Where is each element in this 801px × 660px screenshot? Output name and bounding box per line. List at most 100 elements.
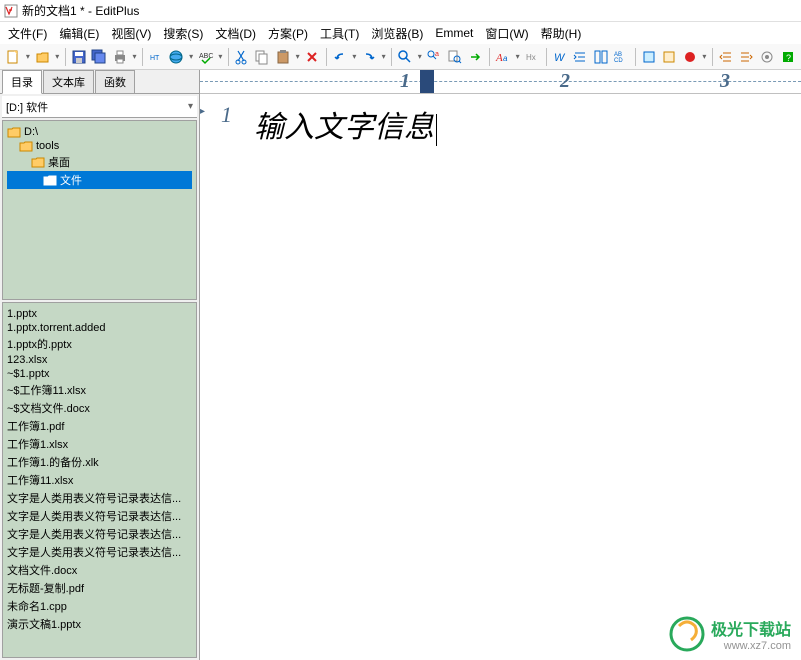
file-item[interactable]: 文字是人类用表义符号记录表达信... bbox=[7, 543, 192, 561]
line-number: 1 bbox=[200, 102, 240, 660]
goto-button[interactable] bbox=[466, 46, 485, 68]
record-button[interactable] bbox=[680, 46, 699, 68]
spellcheck-button[interactable]: ABC bbox=[197, 46, 216, 68]
menu-document[interactable]: 文档(D) bbox=[211, 23, 260, 44]
file-item[interactable]: 文字是人类用表义符号记录表达信... bbox=[7, 507, 192, 525]
open-dropdown[interactable]: ▾ bbox=[54, 46, 61, 68]
file-item[interactable]: ~$1.pptx bbox=[7, 367, 192, 381]
tab-directory[interactable]: 目录 bbox=[2, 70, 42, 94]
ruler-mark-1: 1 bbox=[400, 70, 410, 93]
line-marker-icon: ▸ bbox=[200, 106, 205, 117]
file-item[interactable]: 工作簿1.的备份.xlk bbox=[7, 453, 192, 471]
paste-button[interactable] bbox=[274, 46, 293, 68]
save-button[interactable] bbox=[69, 46, 88, 68]
indent-button[interactable] bbox=[571, 46, 590, 68]
menu-view[interactable]: 视图(V) bbox=[107, 23, 155, 44]
font-button[interactable]: Aa bbox=[494, 46, 513, 68]
file-item[interactable]: 无标题-复制.pdf bbox=[7, 579, 192, 597]
browser-button[interactable] bbox=[167, 46, 186, 68]
drive-label: [D:] 软件 bbox=[6, 99, 48, 115]
copy-button[interactable] bbox=[253, 46, 272, 68]
svg-text:HT: HT bbox=[150, 55, 160, 62]
file-item[interactable]: 123.xlsx bbox=[7, 353, 192, 367]
find-dropdown[interactable]: ▾ bbox=[416, 46, 423, 68]
open-file-button[interactable] bbox=[33, 46, 52, 68]
menu-window[interactable]: 窗口(W) bbox=[481, 23, 532, 44]
ruler: 1 2 3 bbox=[200, 70, 801, 94]
new-file-dropdown[interactable]: ▾ bbox=[25, 46, 32, 68]
file-item[interactable]: 未命名1.cpp bbox=[7, 597, 192, 615]
column-button[interactable] bbox=[591, 46, 610, 68]
tab-functions[interactable]: 函数 bbox=[95, 70, 135, 93]
redo-button[interactable] bbox=[360, 46, 379, 68]
folder-tree[interactable]: D:\tools桌面文件 bbox=[2, 120, 197, 300]
titlebar: 新的文档1 * - EditPlus bbox=[0, 0, 801, 22]
new-file-button[interactable] bbox=[4, 46, 23, 68]
browser-dropdown[interactable]: ▾ bbox=[188, 46, 195, 68]
find-in-files-button[interactable] bbox=[446, 46, 465, 68]
save-all-button[interactable] bbox=[90, 46, 109, 68]
folder-item[interactable]: tools bbox=[7, 139, 192, 153]
outdent-tool-button[interactable] bbox=[717, 46, 736, 68]
file-item[interactable]: ~$工作簿11.xlsx bbox=[7, 381, 192, 399]
marker-button[interactable] bbox=[660, 46, 679, 68]
print-button[interactable] bbox=[111, 46, 130, 68]
separator bbox=[635, 48, 636, 66]
undo-dropdown[interactable]: ▾ bbox=[351, 46, 358, 68]
spellcheck-dropdown[interactable]: ▾ bbox=[217, 46, 224, 68]
svg-text:ABC: ABC bbox=[199, 53, 213, 60]
file-list[interactable]: 1.pptx1.pptx.torrent.added1.pptx的.pptx12… bbox=[2, 302, 197, 658]
file-item[interactable]: 工作簿11.xlsx bbox=[7, 471, 192, 489]
editor-text[interactable]: 输入文字信息 bbox=[240, 102, 437, 660]
editor-area: 1 2 3 ▸ 1 输入文字信息 极光下载站 www.xz7.com bbox=[200, 70, 801, 660]
hex-button[interactable]: Hx bbox=[523, 46, 542, 68]
paste-dropdown[interactable]: ▾ bbox=[294, 46, 301, 68]
menu-emmet[interactable]: Emmet bbox=[431, 24, 477, 42]
chevron-down-icon: ▾ bbox=[188, 101, 193, 112]
menu-tools[interactable]: 工具(T) bbox=[316, 23, 363, 44]
file-item[interactable]: 文档文件.docx bbox=[7, 561, 192, 579]
folder-item[interactable]: D:\ bbox=[7, 125, 192, 139]
bookmark-button[interactable] bbox=[639, 46, 658, 68]
file-item[interactable]: ~$文档文件.docx bbox=[7, 399, 192, 417]
menu-edit[interactable]: 编辑(E) bbox=[55, 23, 103, 44]
svg-text:CD: CD bbox=[614, 58, 623, 64]
file-item[interactable]: 演示文稿1.pptx bbox=[7, 615, 192, 633]
folder-item[interactable]: 桌面 bbox=[7, 153, 192, 171]
file-item[interactable]: 工作簿1.xlsx bbox=[7, 435, 192, 453]
tab-textlib[interactable]: 文本库 bbox=[43, 70, 94, 93]
wordwrap-button[interactable]: W bbox=[550, 46, 569, 68]
sort-button[interactable]: ABCD bbox=[612, 46, 631, 68]
editor-content[interactable]: ▸ 1 输入文字信息 bbox=[200, 94, 801, 660]
settings-button[interactable] bbox=[758, 46, 777, 68]
find-button[interactable] bbox=[396, 46, 415, 68]
sidebar-tabs: 目录 文本库 函数 bbox=[0, 70, 199, 94]
menu-project[interactable]: 方案(P) bbox=[264, 23, 312, 44]
undo-button[interactable] bbox=[330, 46, 349, 68]
file-item[interactable]: 文字是人类用表义符号记录表达信... bbox=[7, 489, 192, 507]
file-item[interactable]: 1.pptx的.pptx bbox=[7, 335, 192, 353]
main-area: 目录 文本库 函数 [D:] 软件 ▾ D:\tools桌面文件 1.pptx1… bbox=[0, 70, 801, 660]
html-toolbar-button[interactable]: HT bbox=[147, 46, 166, 68]
record-dropdown[interactable]: ▾ bbox=[701, 46, 708, 68]
menu-browser[interactable]: 浏览器(B) bbox=[367, 23, 427, 44]
cut-button[interactable] bbox=[233, 46, 252, 68]
file-item[interactable]: 文字是人类用表义符号记录表达信... bbox=[7, 525, 192, 543]
indent-tool-button[interactable] bbox=[737, 46, 756, 68]
menu-help[interactable]: 帮助(H) bbox=[537, 23, 586, 44]
folder-item[interactable]: 文件 bbox=[7, 171, 192, 189]
file-item[interactable]: 1.pptx.torrent.added bbox=[7, 321, 192, 335]
menu-file[interactable]: 文件(F) bbox=[4, 23, 51, 44]
drive-selector[interactable]: [D:] 软件 ▾ bbox=[2, 96, 197, 118]
menu-search[interactable]: 搜索(S) bbox=[159, 23, 207, 44]
toolbar: ▾ ▾ ▾ HT ▾ ABC ▾ ▾ ▾ ▾ ▾ a Aa ▾ Hx W ABC… bbox=[0, 44, 801, 70]
file-item[interactable]: 1.pptx bbox=[7, 307, 192, 321]
redo-dropdown[interactable]: ▾ bbox=[380, 46, 387, 68]
print-dropdown[interactable]: ▾ bbox=[131, 46, 138, 68]
help-tool-button[interactable]: ? bbox=[778, 46, 797, 68]
delete-button[interactable] bbox=[303, 46, 322, 68]
file-item[interactable]: 工作簿1.pdf bbox=[7, 417, 192, 435]
font-dropdown[interactable]: ▾ bbox=[514, 46, 521, 68]
separator bbox=[228, 48, 229, 66]
replace-button[interactable]: a bbox=[425, 46, 444, 68]
